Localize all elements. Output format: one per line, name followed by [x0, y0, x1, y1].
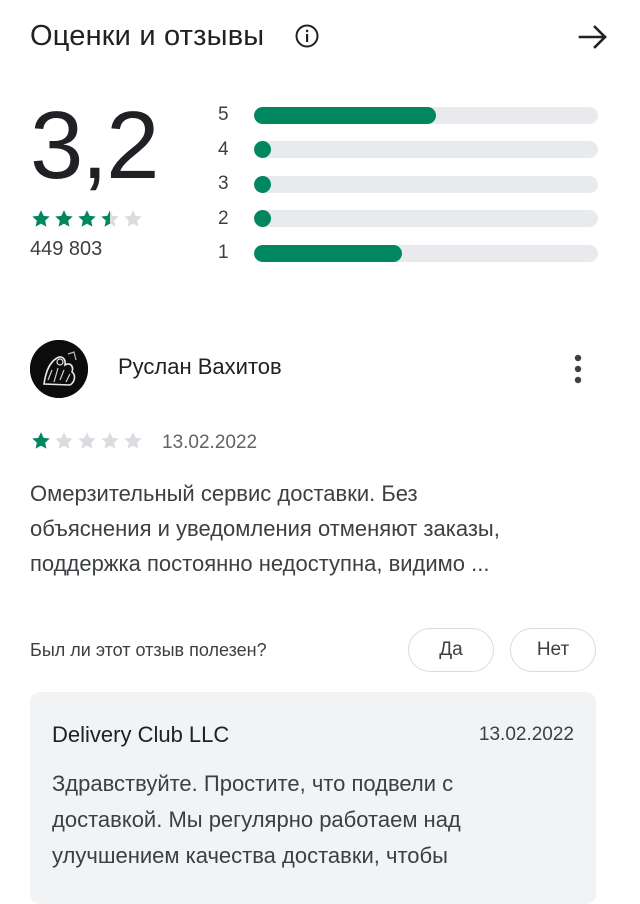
histogram-row: 5 [218, 98, 598, 133]
helpful-yes-button[interactable]: Да [408, 628, 494, 672]
review-stars [30, 430, 145, 452]
avatar[interactable] [30, 340, 88, 398]
review-date: 13.02.2022 [162, 432, 258, 453]
reply-text-line: Здравствуйте. Простите, что подвели с [52, 771, 454, 796]
rating-histogram: 5 4 3 2 1 [218, 98, 598, 271]
histogram-label: 4 [218, 138, 229, 160]
histogram-track [254, 175, 598, 193]
helpful-prompt: Был ли этот отзыв полезен? Да Нет [30, 628, 596, 672]
section-header: Оценки и отзывы [30, 14, 610, 58]
review-text-line: Омерзительный сервис доставки. Без [30, 481, 418, 506]
review-text-line: объяснения и уведомления отменяют заказы… [30, 516, 500, 541]
histogram-track [254, 210, 598, 228]
star-half-icon [99, 208, 121, 230]
developer-name: Delivery Club LLC [52, 722, 230, 747]
helpful-question: Был ли этот отзыв полезен? [30, 640, 267, 660]
histogram-label: 5 [218, 104, 229, 126]
reply-text-line: доставкой. Мы регулярно работаем над [52, 807, 461, 832]
histogram-row: 1 [218, 236, 598, 271]
histogram-bar [254, 106, 437, 124]
average-rating-stars [30, 208, 145, 230]
histogram-label: 3 [218, 173, 229, 195]
more-vert-icon[interactable] [572, 352, 584, 386]
review-text-line: поддержка постоянно недоступна, видимо .… [30, 551, 490, 576]
star-empty-icon [76, 430, 98, 452]
star-filled-icon [76, 208, 98, 230]
section-title: Оценки и отзывы [30, 19, 265, 52]
star-empty-icon [122, 430, 144, 452]
star-empty-icon [99, 430, 121, 452]
rating-count: 449 803 [30, 238, 103, 260]
histogram-label: 2 [218, 207, 229, 229]
star-filled-icon [53, 208, 75, 230]
histogram-bar [254, 244, 402, 262]
star-filled-icon [30, 208, 52, 230]
developer-reply: Delivery Club LLC 13.02.2022 Здравствуйт… [30, 692, 596, 904]
histogram-row: 3 [218, 167, 598, 202]
review-text: Омерзительный сервис доставки. Без объяс… [30, 476, 596, 581]
helpful-no-button[interactable]: Нет [510, 628, 596, 672]
histogram-track [254, 141, 598, 159]
histogram-row: 4 [218, 133, 598, 168]
histogram-track [254, 244, 598, 262]
histogram-bar [254, 210, 272, 228]
histogram-row: 2 [218, 202, 598, 237]
histogram-bar [254, 141, 272, 159]
text-fade [494, 838, 574, 874]
histogram-label: 1 [218, 242, 229, 264]
info-icon[interactable] [294, 23, 320, 49]
review-author: Руслан Вахитов [118, 354, 282, 379]
average-rating: 3,2 [30, 92, 159, 199]
star-filled-icon [30, 430, 52, 452]
star-empty-icon [122, 208, 144, 230]
star-empty-icon [53, 430, 75, 452]
reply-date: 13.02.2022 [478, 724, 574, 745]
histogram-track [254, 106, 598, 124]
arrow-right-icon[interactable] [576, 20, 610, 54]
histogram-bar [254, 175, 272, 193]
